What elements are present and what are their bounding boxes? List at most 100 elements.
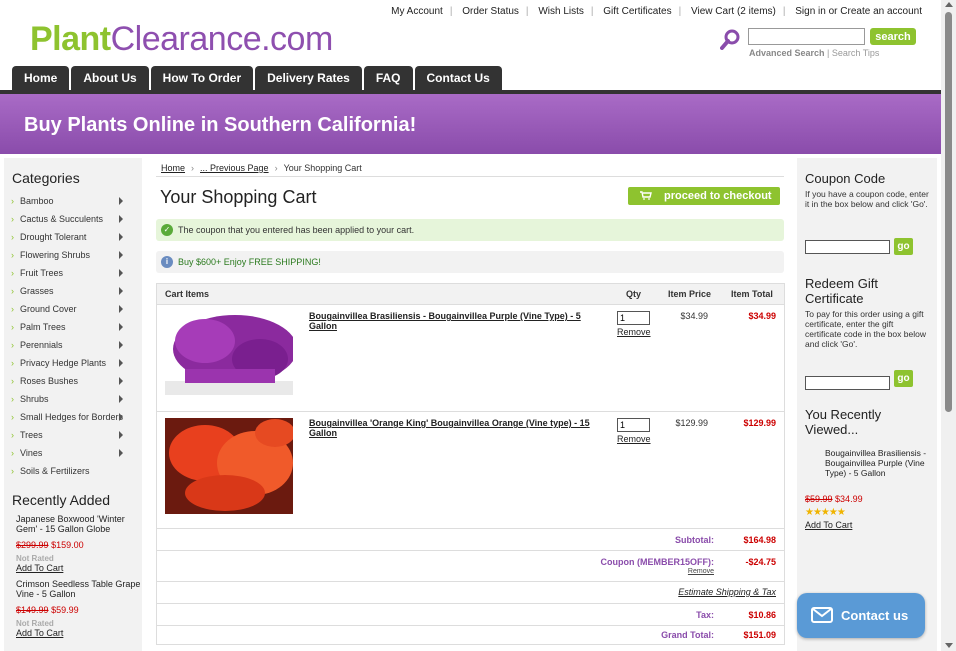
category-item[interactable]: › Trees <box>4 426 142 444</box>
product-name[interactable]: Crimson Seedless Table Grape Vine - 5 Ga… <box>16 579 142 599</box>
subtotal-row: Subtotal: $164.98 <box>157 529 784 551</box>
nav-home[interactable]: Home <box>12 66 70 90</box>
category-item[interactable]: › Perennials <box>4 336 142 354</box>
breadcrumb-home[interactable]: Home <box>161 163 185 173</box>
cart-table: Cart Items Qty Item Price Item Total Bou… <box>156 283 785 645</box>
left-sidebar: Categories › Bamboo › Cactus & Succulents … <box>4 158 142 651</box>
cart-header: Cart Items Qty Item Price Item Total <box>157 284 784 305</box>
nav-about-us[interactable]: About Us <box>71 66 149 90</box>
product-name-link[interactable]: Bougainvillea Brasiliensis - Bougainvill… <box>309 311 599 331</box>
nav-delivery-rates[interactable]: Delivery Rates <box>255 66 362 90</box>
category-item[interactable]: › Roses Bushes <box>4 372 142 390</box>
site-logo[interactable]: PlantClearance.com <box>30 20 333 59</box>
search-tips-link[interactable]: Search Tips <box>832 48 880 58</box>
coupon-code-title: Coupon Code <box>805 171 886 186</box>
remove-link[interactable]: Remove <box>617 327 651 337</box>
gift-certificate-input[interactable] <box>805 376 890 390</box>
nav-how-to-order[interactable]: How To Order <box>150 66 254 90</box>
categories-title: Categories <box>12 170 80 186</box>
quantity-input[interactable] <box>617 311 650 325</box>
gift-certificates-link[interactable]: Gift Certificates <box>603 6 671 17</box>
coupon-go-button[interactable]: go <box>894 238 913 255</box>
add-to-cart-link[interactable]: Add To Cart <box>16 563 63 573</box>
category-item[interactable]: › Grasses <box>4 282 142 300</box>
remove-link[interactable]: Remove <box>617 434 651 444</box>
category-item[interactable]: › Palm Trees <box>4 318 142 336</box>
chevron-right-icon <box>119 341 123 349</box>
chevron-right-icon <box>119 197 123 205</box>
table-row: Bougainvillea 'Orange King' Bougainville… <box>157 412 784 529</box>
chevron-right-icon <box>119 377 123 385</box>
category-item[interactable]: › Soils & Fertilizers <box>4 462 142 480</box>
gift-go-button[interactable]: go <box>894 370 913 387</box>
category-item[interactable]: › Cactus & Succulents <box>4 210 142 228</box>
order-status-link[interactable]: Order Status <box>462 6 519 17</box>
coupon-code-input[interactable] <box>805 240 890 254</box>
table-row: Bougainvillea Brasiliensis - Bougainvill… <box>157 305 784 412</box>
search-button[interactable]: search <box>870 28 916 45</box>
banner: Buy Plants Online in Southern California… <box>0 94 941 154</box>
viewed-product-name[interactable]: Bougainvillea Brasiliensis - Bougainvill… <box>825 448 933 478</box>
product-image[interactable] <box>165 418 293 514</box>
product-name[interactable]: Japanese Boxwood 'Winter Gem' - 15 Gallo… <box>16 514 142 534</box>
page-title: Your Shopping Cart <box>160 187 317 207</box>
category-list: › Bamboo › Cactus & Succulents › Drought To… <box>4 192 142 480</box>
cart-icon <box>640 191 652 200</box>
chevron-right-icon <box>119 431 123 439</box>
page-scrollbar[interactable] <box>941 0 956 651</box>
category-item[interactable]: › Fruit Trees <box>4 264 142 282</box>
info-icon: i <box>161 256 173 268</box>
chevron-right-icon <box>119 395 123 403</box>
list-item: Japanese Boxwood 'Winter Gem' - 15 Gallo… <box>4 508 142 573</box>
add-to-cart-link[interactable]: Add To Cart <box>805 520 852 530</box>
category-item[interactable]: › Bamboo <box>4 192 142 210</box>
category-item[interactable]: › Flowering Shrubs <box>4 246 142 264</box>
product-name-link[interactable]: Bougainvillea 'Orange King' Bougainville… <box>309 418 599 438</box>
sign-in-link[interactable]: Sign in or Create an account <box>795 6 922 17</box>
contact-us-button[interactable]: Contact us <box>797 593 925 638</box>
category-item[interactable]: › Small Hedges for Borders <box>4 408 142 426</box>
mail-icon <box>811 607 833 623</box>
banner-text: Buy Plants Online in Southern California… <box>24 114 417 136</box>
chevron-right-icon <box>119 323 123 331</box>
coupon-help-text: If you have a coupon code, enter it in t… <box>805 189 929 209</box>
category-item[interactable]: › Drought Tolerant <box>4 228 142 246</box>
breadcrumb-current: Your Shopping Cart <box>283 163 362 173</box>
my-account-link[interactable]: My Account <box>391 6 443 17</box>
scrollbar-thumb[interactable] <box>945 12 952 412</box>
chevron-right-icon <box>119 359 123 367</box>
star-rating-icon: ★★★★★ <box>805 507 846 518</box>
proceed-to-checkout-button[interactable]: proceed to checkout <box>628 187 780 205</box>
product-image[interactable] <box>165 311 293 395</box>
nav-contact-us[interactable]: Contact Us <box>414 66 502 90</box>
category-item[interactable]: › Shrubs <box>4 390 142 408</box>
estimate-shipping-link[interactable]: Estimate Shipping & Tax <box>678 587 776 597</box>
quantity-input[interactable] <box>617 418 650 432</box>
item-total: $129.99 <box>743 418 776 428</box>
coupon-row: Coupon (MEMBER15OFF): Remove -$24.75 <box>157 551 784 582</box>
chevron-right-icon <box>119 269 123 277</box>
coupon-success-message: ✓ The coupon that you entered has been a… <box>156 219 784 241</box>
add-to-cart-link[interactable]: Add To Cart <box>16 628 63 638</box>
scroll-up-icon[interactable] <box>945 2 953 7</box>
category-item[interactable]: › Ground Cover <box>4 300 142 318</box>
nav-faq[interactable]: FAQ <box>363 66 413 90</box>
category-item[interactable]: › Vines <box>4 444 142 462</box>
search-input[interactable] <box>748 28 865 45</box>
item-total: $34.99 <box>748 311 776 321</box>
item-price: $129.99 <box>675 418 708 428</box>
list-item: Crimson Seedless Table Grape Vine - 5 Ga… <box>16 579 142 638</box>
chevron-right-icon <box>119 251 123 259</box>
view-cart-link[interactable]: View Cart (2 items) <box>691 6 776 17</box>
gift-help-text: To pay for this order using a gift certi… <box>805 309 926 349</box>
scroll-down-icon[interactable] <box>945 643 953 648</box>
main-nav: Home About Us How To Order Delivery Rate… <box>12 66 504 90</box>
category-item[interactable]: › Privacy Hedge Plants <box>4 354 142 372</box>
breadcrumb-previous[interactable]: ... Previous Page <box>200 163 269 173</box>
chevron-right-icon <box>119 305 123 313</box>
wish-lists-link[interactable]: Wish Lists <box>538 6 584 17</box>
search-area: search Advanced Search | Search Tips <box>720 28 920 64</box>
advanced-search-link[interactable]: Advanced Search <box>749 48 825 58</box>
grand-total-row: Grand Total: $151.09 <box>661 630 776 640</box>
coupon-remove-link[interactable]: Remove <box>688 568 714 575</box>
